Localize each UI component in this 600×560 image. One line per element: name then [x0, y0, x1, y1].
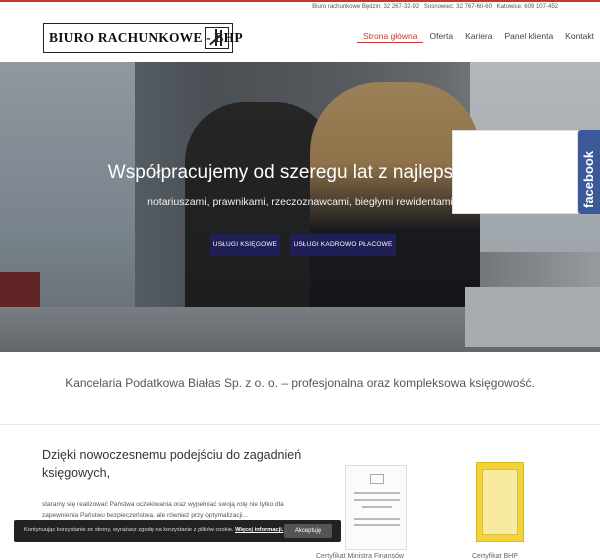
top-accent-line — [0, 0, 600, 2]
certificate-ministry-image[interactable] — [345, 465, 407, 550]
company-tagline: Kancelaria Podatkowa Białas Sp. z o. o. … — [65, 376, 535, 390]
site-header: BIURO RACHUNKOWE - BHP Strona główna Ofe… — [0, 14, 600, 62]
section-divider — [0, 424, 600, 425]
nav-kontakt[interactable]: Kontakt — [559, 29, 600, 43]
section-title: Dzięki nowoczesnemu podejściu do zagadni… — [42, 448, 302, 480]
site-logo[interactable]: BIURO RACHUNKOWE - BHP — [43, 23, 243, 53]
cookie-accept-button[interactable]: Akceptuję — [284, 524, 332, 538]
cookie-consent-bar: Kontynuując korzystanie ze strony, wyraż… — [14, 520, 341, 542]
certificate-bhp-image[interactable] — [476, 462, 524, 542]
facebook-icon: facebook — [581, 150, 596, 208]
contact-bedzin: Biuro rachunkowe Będzin: 32 267-32-92 — [312, 4, 420, 10]
contact-katowice: Katowice: 609 107-452 — [496, 4, 558, 10]
facebook-tab[interactable]: facebook — [578, 130, 600, 214]
uslugi-kadrowo-placowe-button[interactable]: USŁUGI KADROWO PŁACOWE — [290, 234, 396, 256]
cookie-message: Kontynuując korzystanie ze strony, wyraż… — [24, 527, 234, 533]
nav-panel-klienta[interactable]: Panel klienta — [499, 29, 560, 43]
cookie-text-wrap: Kontynuując korzystanie ze strony, wyraż… — [24, 527, 283, 533]
cookie-more-info-link[interactable]: Więcej informacji. — [235, 527, 283, 533]
uslugi-ksiegowe-button[interactable]: USŁUGI KSIĘGOWE — [210, 234, 280, 256]
nav-home[interactable]: Strona główna — [357, 29, 424, 43]
section-text: staramy się realizować Państwa oczekiwan… — [42, 501, 284, 519]
nav-kariera[interactable]: Kariera — [459, 29, 498, 43]
contact-bar: Biuro rachunkowe Będzin: 32 267-32-92 So… — [309, 4, 558, 14]
certificate-bhp-label: Certyfikat BHP — [472, 553, 518, 560]
main-nav: Strona główna Oferta Kariera Panel klien… — [357, 29, 600, 43]
nav-oferta[interactable]: Oferta — [423, 29, 459, 43]
contact-sosnowiec: Sosnowiec: 32 767-60-60 — [423, 4, 492, 10]
facebook-widget-panel — [452, 130, 578, 214]
logo-mark-icon — [205, 27, 229, 49]
certificate-ministry-label: Certyfikat Ministra Finansów — [316, 553, 404, 560]
